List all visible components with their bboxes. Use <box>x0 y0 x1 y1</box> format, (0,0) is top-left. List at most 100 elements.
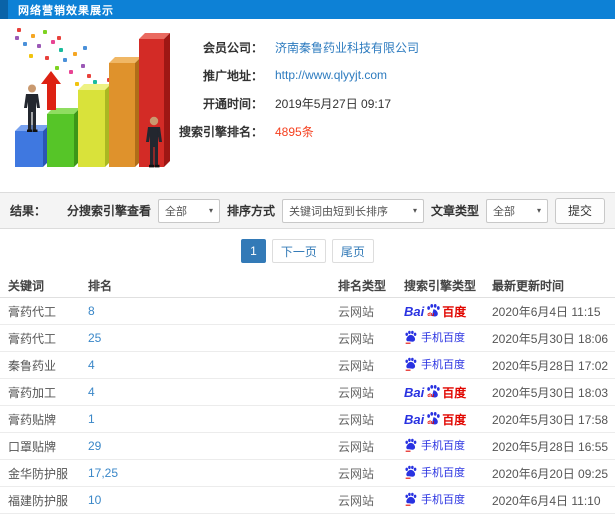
baidu-mobile-logo: 手机百度 <box>404 464 465 480</box>
rank-link[interactable]: 10 <box>88 493 338 507</box>
updated-cell: 2020年5月30日 17:58 <box>492 412 609 427</box>
chart-bar-blue <box>15 125 49 167</box>
rank-type-cell: 云网站 <box>338 466 375 481</box>
last-page-button[interactable]: 尾页 <box>331 239 374 263</box>
baidu-pc-logo-text: Bai <box>404 412 425 427</box>
open-time-label: 开通时间： <box>202 96 263 111</box>
keyword-cell: 秦鲁药业 <box>8 358 57 373</box>
company-label: 会员公司： <box>202 40 263 55</box>
table-row: 口罩贴牌 29 云网站 手机百度 2020年5月28日 16:55 <box>0 433 615 460</box>
mobile-baidu-label: 手机百度 <box>421 359 465 371</box>
keyword-cell: 膏药代工 <box>8 304 57 319</box>
baidu-pc-logo-cn: 百度 <box>442 305 467 319</box>
open-time-value: 2019年5月27日 09:17 <box>275 96 392 111</box>
chart-bar-yellow <box>78 84 111 167</box>
header-accent <box>0 0 8 19</box>
baidu-paw-icon: du <box>427 303 440 318</box>
svg-text:du: du <box>428 393 435 399</box>
table-row: 膏药代工 25 云网站 手机百度 2020年5月30日 18:06 <box>0 325 615 352</box>
rank-type-cell: 云网站 <box>338 493 375 508</box>
caret-down-icon: ▾ <box>412 206 417 215</box>
filter-bar: 结果： 分搜索引擎查看 全部 ▾ 排序方式 关键词由短到长排序 ▾ 文章类型 全… <box>0 192 615 229</box>
baidu-pc-logo: Bai du 百度 <box>404 411 466 426</box>
engine-filter-label: 分搜索引擎查看 <box>66 204 151 218</box>
rank-type-cell: 云网站 <box>338 304 375 319</box>
page-header: 网络营销效果展示 <box>0 0 615 19</box>
rank-link[interactable]: 4 <box>88 358 338 372</box>
engine-cell: 手机百度 <box>404 491 492 509</box>
header-keyword: 关键词 <box>8 278 45 293</box>
updated-cell: 2020年6月4日 11:10 <box>492 493 601 508</box>
submit-button[interactable]: 提交 <box>554 197 605 224</box>
baidu-paw-icon: du <box>427 384 440 399</box>
rank-link[interactable]: 8 <box>88 304 338 318</box>
article-type-label: 文章类型 <box>430 204 479 218</box>
info-row-company: 会员公司： 济南秦鲁药业科技有限公司 <box>173 33 419 61</box>
engine-cell: Bai du 百度 <box>404 411 492 427</box>
rank-link[interactable]: 1 <box>88 412 338 426</box>
keyword-cell: 金华防护服 <box>8 466 69 481</box>
mobile-baidu-paw-icon <box>405 465 417 479</box>
updated-cell: 2020年5月30日 18:03 <box>492 385 609 400</box>
page-1-button[interactable]: 1 <box>241 239 266 263</box>
rank-link[interactable]: 25 <box>88 331 338 345</box>
baidu-pc-logo-cn: 百度 <box>442 386 467 400</box>
caret-down-icon: ▾ <box>536 206 541 215</box>
table-row: 膏药贴牌 1 云网站 Bai du 百度 2020年5月30日 17:58 <box>0 406 615 433</box>
table-body: 膏药代工 8 云网站 Bai du 百度 2020年6月4日 11:15 膏药代… <box>0 298 615 514</box>
engine-cell: Bai du 百度 <box>404 303 492 319</box>
keyword-cell: 福建防护服 <box>8 493 69 508</box>
updated-cell: 2020年5月28日 17:02 <box>492 358 609 373</box>
engine-select[interactable]: 全部 ▾ <box>157 198 220 223</box>
page-title: 网络营销效果展示 <box>18 4 114 17</box>
businessman-left-figure <box>24 84 40 132</box>
bar-chart-illustration <box>5 24 170 172</box>
engine-cell: Bai du 百度 <box>404 384 492 400</box>
engine-cell: 手机百度 <box>404 464 492 482</box>
info-row-open-time: 开通时间： 2019年5月27日 09:17 <box>173 89 419 117</box>
next-page-button[interactable]: 下一页 <box>271 239 326 263</box>
sort-label: 排序方式 <box>226 204 275 218</box>
growth-arrow-icon <box>41 71 61 110</box>
rank-link[interactable]: 17,25 <box>88 466 338 480</box>
sort-select[interactable]: 关键词由短到长排序 ▾ <box>281 198 424 223</box>
baidu-pc-logo-text: Bai <box>404 304 425 319</box>
chart-bar-orange <box>109 57 141 167</box>
svg-text:du: du <box>428 420 435 426</box>
updated-cell: 2020年5月28日 16:55 <box>492 439 609 454</box>
table-row: 金华防护服 17,25 云网站 手机百度 2020年6月20日 09:25 <box>0 460 615 487</box>
engine-cell: 手机百度 <box>404 437 492 455</box>
filter-controls: 分搜索引擎查看 全部 ▾ 排序方式 关键词由短到长排序 ▾ 文章类型 全部 ▾ … <box>66 197 605 224</box>
baidu-pc-logo-text: Bai <box>404 385 425 400</box>
updated-cell: 2020年6月4日 11:15 <box>492 304 601 319</box>
results-table: 关键词 排名 排名类型 搜索引擎类型 最新更新时间 膏药代工 8 云网站 Bai… <box>0 273 615 514</box>
baidu-paw-icon: du <box>427 411 440 426</box>
rank-count-label: 搜索引擎排名： <box>178 124 263 139</box>
company-name-link[interactable]: 济南秦鲁药业科技有限公司 <box>275 39 419 56</box>
table-row: 福建防护服 10 云网站 手机百度 2020年6月4日 11:10 <box>0 487 615 514</box>
mobile-baidu-label: 手机百度 <box>421 467 465 479</box>
info-row-url: 推广地址： http://www.qlyyjt.com <box>173 61 419 89</box>
header-rank: 排名 <box>88 278 113 293</box>
confetti-decoration <box>13 26 17 30</box>
baidu-pc-logo-cn: 百度 <box>442 413 467 427</box>
pagination: 1 下一页 尾页 <box>0 229 615 273</box>
rank-type-cell: 云网站 <box>338 439 375 454</box>
baidu-mobile-logo: 手机百度 <box>404 437 465 453</box>
keyword-cell: 膏药贴牌 <box>8 412 57 427</box>
rank-link[interactable]: 29 <box>88 439 338 453</box>
rank-link[interactable]: 4 <box>88 385 338 399</box>
updated-cell: 2020年6月20日 09:25 <box>492 466 609 481</box>
businessman-right-figure <box>146 116 162 168</box>
mobile-baidu-label: 手机百度 <box>421 494 465 506</box>
rank-type-cell: 云网站 <box>338 331 375 346</box>
mobile-baidu-label: 手机百度 <box>421 332 465 344</box>
article-type-select[interactable]: 全部 ▾ <box>485 198 548 223</box>
table-header-row: 关键词 排名 排名类型 搜索引擎类型 最新更新时间 <box>0 273 615 298</box>
info-section: 会员公司： 济南秦鲁药业科技有限公司 推广地址： http://www.qlyy… <box>0 19 615 192</box>
mobile-baidu-paw-icon <box>405 438 417 452</box>
table-row: 膏药代工 8 云网站 Bai du 百度 2020年6月4日 11:15 <box>0 298 615 325</box>
header-rank-type: 排名类型 <box>338 278 387 293</box>
promo-url-link[interactable]: http://www.qlyyjt.com <box>275 68 387 82</box>
sort-select-value: 关键词由短到长排序 <box>288 205 388 218</box>
